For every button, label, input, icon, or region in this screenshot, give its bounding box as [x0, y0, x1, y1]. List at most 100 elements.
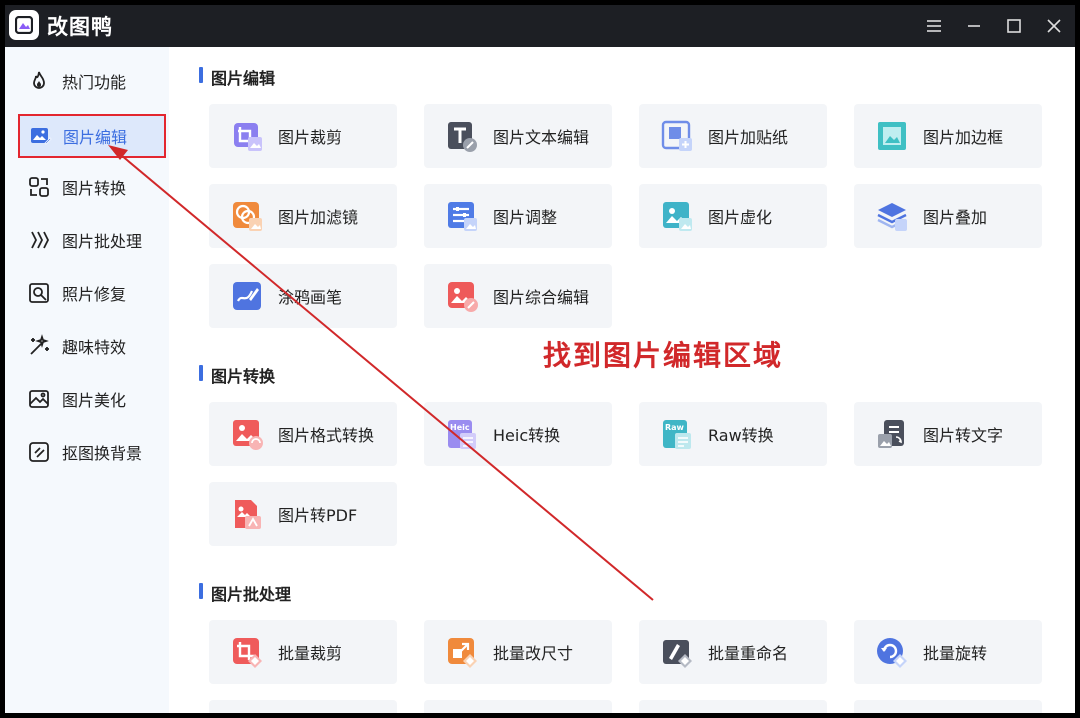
card-format-convert[interactable]: 图片格式转换 — [209, 402, 397, 466]
adjust-icon — [448, 202, 477, 231]
heic-icon: Heic — [448, 420, 476, 449]
sidebar-item-label: 图片编辑 — [63, 128, 128, 147]
sidebar-item-fun-effects[interactable]: 趣味特效 — [19, 326, 165, 366]
heic-badge-text: Heic — [450, 423, 470, 432]
batch-crop-icon — [233, 638, 262, 668]
card-partial — [424, 700, 612, 713]
menu-icon[interactable] — [923, 15, 945, 37]
sidebar-item-beautify[interactable]: 图片美化 — [19, 379, 165, 419]
filter-icon — [233, 202, 262, 231]
layers-icon — [877, 203, 907, 231]
card-batch-rotate[interactable]: 批量旋转 — [854, 620, 1042, 684]
card-batch-crop[interactable]: 批量裁剪 — [209, 620, 397, 684]
card-label: Heic转换 — [493, 426, 561, 445]
card-label: 批量重命名 — [708, 644, 789, 663]
batch-rename-icon — [663, 640, 692, 668]
card-label: 图片叠加 — [923, 208, 988, 227]
card-image-to-text[interactable]: 图片转文字 — [854, 402, 1042, 466]
card-label: 图片裁剪 — [278, 128, 343, 147]
card-label: 图片加滤镜 — [278, 208, 359, 227]
magic-wand-icon — [30, 334, 49, 355]
blur-icon — [663, 202, 692, 231]
sticker-icon — [661, 120, 692, 151]
main-content: 图片编辑 图片裁剪 图片文本编辑 图片加贴纸 图片加边框 图片加滤镜 图片调整 … — [169, 47, 1075, 713]
card-image-blur[interactable]: 图片虚化 — [639, 184, 827, 248]
close-icon[interactable] — [1043, 15, 1065, 37]
sidebar-item-cutout[interactable]: 抠图换背景 — [19, 432, 165, 472]
card-label: 图片文本编辑 — [493, 128, 590, 147]
section-title-image-convert: 图片转换 — [199, 363, 275, 387]
card-batch-rename[interactable]: 批量重命名 — [639, 620, 827, 684]
card-image-crop[interactable]: 图片裁剪 — [209, 104, 397, 168]
sidebar-item-convert[interactable]: 图片转换 — [19, 167, 165, 207]
sidebar: 热门功能 图片编辑 图片转换 图片批处理 照片修复 趣味特效 图片美化 抠图换背… — [5, 47, 169, 713]
batch-resize-icon — [448, 638, 477, 668]
batch-icon — [31, 231, 50, 249]
brush-icon — [233, 282, 261, 310]
border-icon — [878, 122, 906, 150]
fire-icon — [33, 71, 45, 89]
card-image-adjust[interactable]: 图片调整 — [424, 184, 612, 248]
sidebar-item-label: 图片转换 — [62, 179, 127, 198]
beautify-icon — [29, 390, 49, 408]
sidebar-item-label: 图片美化 — [62, 391, 127, 410]
sidebar-item-batch[interactable]: 图片批处理 — [19, 220, 165, 260]
image-to-text-icon — [878, 420, 904, 448]
title-bar: 改图鸭 — [5, 5, 1075, 47]
card-label: 图片加边框 — [923, 128, 1004, 147]
card-label: 图片综合编辑 — [493, 288, 590, 307]
card-label: 图片虚化 — [708, 208, 773, 227]
card-image-sticker[interactable]: 图片加贴纸 — [639, 104, 827, 168]
app-window: 改图鸭 热门功能 图片编辑 图片转换 图片批处理 照片修复 趣味特效 图片美化 … — [5, 5, 1075, 713]
section-title-image-edit: 图片编辑 — [199, 65, 275, 89]
card-label: 批量改尺寸 — [493, 644, 574, 663]
card-label: 图片转文字 — [923, 426, 1004, 445]
cutout-icon — [29, 442, 49, 462]
card-comprehensive-edit[interactable]: 图片综合编辑 — [424, 264, 612, 328]
sidebar-item-image-edit[interactable]: 图片编辑 — [18, 114, 166, 158]
card-label: Raw转换 — [708, 426, 774, 445]
card-image-filter[interactable]: 图片加滤镜 — [209, 184, 397, 248]
card-image-text-edit[interactable]: 图片文本编辑 — [424, 104, 612, 168]
card-label: 图片转PDF — [278, 506, 358, 525]
sidebar-item-label: 趣味特效 — [62, 338, 127, 357]
maximize-icon[interactable] — [1003, 15, 1025, 37]
card-batch-resize[interactable]: 批量改尺寸 — [424, 620, 612, 684]
card-label: 批量旋转 — [923, 644, 988, 663]
card-partial — [854, 700, 1042, 713]
card-label: 图片调整 — [493, 208, 558, 227]
sidebar-item-label: 抠图换背景 — [62, 444, 143, 463]
comprehensive-edit-icon — [448, 282, 478, 312]
sidebar-item-photo-repair[interactable]: 照片修复 — [19, 273, 165, 313]
sidebar-item-label: 图片批处理 — [62, 232, 143, 251]
app-title: 改图鸭 — [47, 15, 113, 39]
card-image-overlay[interactable]: 图片叠加 — [854, 184, 1042, 248]
raw-badge-text: Raw — [665, 423, 685, 432]
card-raw-convert[interactable]: Raw Raw转换 — [639, 402, 827, 466]
card-label: 批量裁剪 — [278, 644, 343, 663]
crop-icon — [234, 123, 262, 151]
card-label: 涂鸦画笔 — [278, 288, 343, 307]
card-label: 图片格式转换 — [278, 426, 375, 445]
card-partial — [209, 700, 397, 713]
raw-icon: Raw — [663, 420, 691, 449]
sidebar-item-label: 热门功能 — [62, 73, 127, 92]
card-label: 图片加贴纸 — [708, 128, 789, 147]
card-doodle-brush[interactable]: 涂鸦画笔 — [209, 264, 397, 328]
sidebar-item-hot[interactable]: 热门功能 — [19, 61, 165, 101]
card-image-border[interactable]: 图片加边框 — [854, 104, 1042, 168]
card-partial — [639, 700, 827, 713]
batch-rotate-icon — [877, 638, 907, 668]
image-edit-icon — [31, 128, 52, 145]
convert-icon — [29, 177, 49, 197]
photo-repair-icon — [29, 283, 49, 303]
sidebar-item-label: 照片修复 — [62, 285, 127, 304]
section-title-batch: 图片批处理 — [199, 581, 291, 605]
card-heic-convert[interactable]: Heic Heic转换 — [424, 402, 612, 466]
card-image-to-pdf[interactable]: 图片转PDF — [209, 482, 397, 546]
app-logo-icon — [9, 10, 39, 40]
annotation-text: 找到图片编辑区域 — [543, 339, 784, 372]
format-convert-icon — [233, 420, 263, 450]
text-edit-icon — [448, 122, 477, 152]
minimize-icon[interactable] — [963, 15, 985, 37]
